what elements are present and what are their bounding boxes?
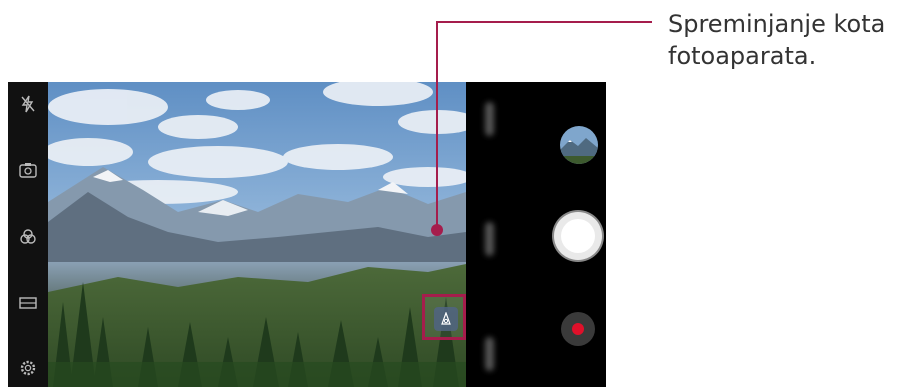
flash-off-icon[interactable] [16, 92, 40, 116]
zoom-indicator-bottom [485, 337, 494, 371]
camera-viewfinder[interactable] [48, 82, 466, 387]
right-control-panel [466, 82, 606, 387]
record-button[interactable] [561, 312, 595, 346]
camera-angle-button[interactable] [422, 294, 466, 340]
settings-icon[interactable] [16, 356, 40, 380]
record-icon [572, 323, 584, 335]
camera-screen [8, 82, 606, 387]
zoom-indicator-top [485, 102, 494, 136]
shutter-button[interactable] [554, 212, 602, 260]
callout-line-vertical [436, 21, 438, 228]
aspect-ratio-icon[interactable] [16, 291, 40, 315]
callout-marker [431, 224, 443, 236]
callout-label: Spreminjanje kota fotoaparata. [668, 8, 906, 72]
callout-line-horizontal [436, 21, 652, 23]
callout-line-1: Spreminjanje kota [668, 10, 886, 38]
filter-icon[interactable] [16, 225, 40, 249]
zoom-indicator-middle [485, 222, 494, 256]
left-settings-bar [8, 82, 48, 387]
switch-camera-icon[interactable] [16, 158, 40, 182]
camera-angle-icon [434, 307, 458, 331]
gallery-thumbnail[interactable] [560, 126, 598, 164]
viewfinder-scene [48, 82, 466, 387]
shutter-inner [561, 219, 595, 253]
callout-line-2: fotoaparata. [668, 42, 817, 70]
